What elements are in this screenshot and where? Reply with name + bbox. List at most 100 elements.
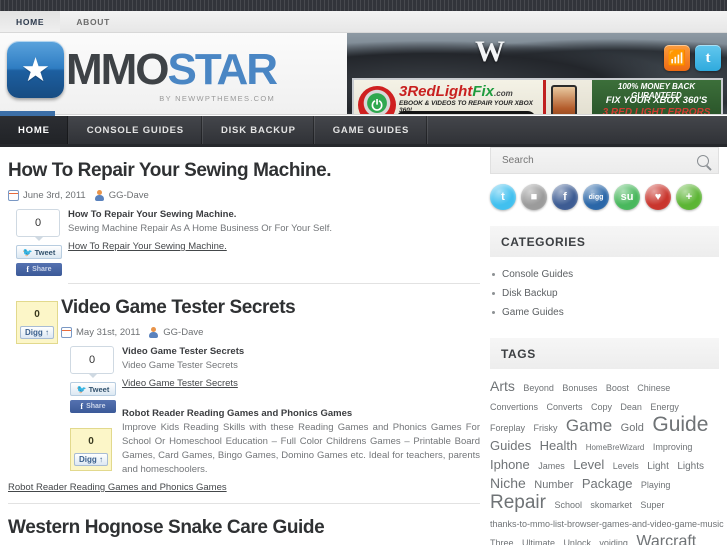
nav-item-disk-backup[interactable]: DISK BACKUP xyxy=(203,116,315,144)
tag-link[interactable]: Levels xyxy=(613,461,639,471)
post-date: June 3rd, 2011 xyxy=(23,190,86,201)
excerpt-body: Sewing Machine Repair As A Home Business… xyxy=(68,223,333,234)
ad-headline-2: 3 RED LIGHT ERRORS xyxy=(602,107,711,115)
nav-item-home[interactable]: HOME xyxy=(0,116,69,144)
favorite-heart-icon[interactable]: ♥ xyxy=(645,184,671,210)
tag-link[interactable]: Improving xyxy=(653,442,693,452)
tag-link[interactable]: Foreplay xyxy=(490,423,525,433)
tag-link[interactable]: voiding xyxy=(599,538,628,545)
main-column: How To Repair Your Sewing Machine. June … xyxy=(8,147,480,545)
calendar-icon xyxy=(8,190,19,201)
rss-icon[interactable]: 📶 xyxy=(664,45,690,71)
tag-link[interactable]: Playing xyxy=(641,480,671,490)
tag-link[interactable]: James xyxy=(538,461,565,471)
tag-link[interactable]: Chinese xyxy=(637,383,670,393)
tag-link[interactable]: Niche xyxy=(490,475,526,491)
tag-link[interactable]: Arts xyxy=(490,378,515,394)
tag-link[interactable]: Game xyxy=(566,416,612,435)
nav-item-console-guides[interactable]: CONSOLE GUIDES xyxy=(69,116,203,144)
excerpt-link[interactable]: Video Game Tester Secrets xyxy=(122,378,238,389)
search-icon[interactable] xyxy=(697,154,709,167)
excerpt-link[interactable]: Robot Reader Reading Games and Phonics G… xyxy=(8,482,227,493)
utility-nav-item-home[interactable]: HOME xyxy=(0,11,61,32)
stumbleupon-icon[interactable]: su xyxy=(614,184,640,210)
tag-link[interactable]: skomarket xyxy=(590,500,632,510)
categories-heading: CATEGORIES xyxy=(490,226,719,257)
tag-link[interactable]: Warcraft xyxy=(636,533,696,545)
excerpt-link[interactable]: How To Repair Your Sewing Machine. xyxy=(68,241,227,252)
tag-link[interactable]: School xyxy=(554,500,582,510)
tag-link[interactable]: Energy xyxy=(650,402,679,412)
post-article: How To Repair Your Sewing Machine. June … xyxy=(8,160,480,284)
digg-icon[interactable]: digg xyxy=(583,184,609,210)
post-meta: June 3rd, 2011 GG-Dave xyxy=(8,190,480,201)
site-logo[interactable]: ★ MMOSTAR BY NEWWPTHEMES.COM xyxy=(7,41,278,103)
post-title[interactable]: Video Game Tester Secrets xyxy=(61,297,480,319)
excerpt-heading: Video Game Tester Secrets xyxy=(122,346,245,357)
content-area: How To Repair Your Sewing Machine. June … xyxy=(0,147,727,545)
tag-link[interactable]: Three xyxy=(490,538,514,545)
twitter-icon[interactable]: t xyxy=(695,45,721,71)
tag-link[interactable]: Boost xyxy=(606,383,629,393)
tag-link[interactable]: Convertions xyxy=(490,402,538,412)
tag-link[interactable]: Iphone xyxy=(490,457,530,472)
delicious-icon[interactable]: ■ xyxy=(521,184,547,210)
facebook-icon[interactable]: f xyxy=(552,184,578,210)
user-icon xyxy=(94,190,105,201)
share-more-icon[interactable]: + xyxy=(676,184,702,210)
tag-link[interactable]: Health xyxy=(540,438,578,453)
digg-count: 0 xyxy=(88,436,94,447)
post-divider xyxy=(8,503,480,504)
tag-link[interactable]: Ultimate xyxy=(522,538,555,545)
tag-link[interactable]: Beyond xyxy=(523,383,554,393)
page-title[interactable]: How To Repair Your Sewing Machine. xyxy=(8,160,480,182)
facebook-share-button[interactable]: f Share xyxy=(16,263,62,276)
tag-link[interactable]: HomeBreWizard xyxy=(586,443,645,452)
digg-widget: 0 Digg ↑ xyxy=(70,428,112,471)
utility-nav-item-about[interactable]: ABOUT xyxy=(60,11,126,32)
power-button-icon: ⏻ xyxy=(358,86,396,114)
tweet-button[interactable]: 🐦 Tweet xyxy=(16,245,62,259)
banner-advertisement[interactable]: ⏻ 3RedLightFix.com EBOOK & VIDEOS TO REP… xyxy=(352,78,723,115)
tag-link[interactable]: Converts xyxy=(546,402,582,412)
tag-link[interactable]: Gold xyxy=(621,422,644,434)
ad-right-panel: 100% MONEY BACK GURANTEED FIX YOUR XBOX … xyxy=(592,80,721,115)
digg-button[interactable]: Digg ↑ xyxy=(20,326,54,339)
category-item[interactable]: Console Guides xyxy=(490,265,719,284)
tag-link[interactable]: Guides xyxy=(490,438,531,453)
tag-link[interactable]: thanks-to-mmo-list-browser-games-and-vid… xyxy=(490,519,724,529)
tag-link[interactable]: Unlock xyxy=(563,538,591,545)
category-item[interactable]: Disk Backup xyxy=(490,284,719,303)
twitter-bird-icon: 🐦 xyxy=(76,384,87,394)
tag-link[interactable]: Bonuses xyxy=(562,383,597,393)
post-author[interactable]: GG-Dave xyxy=(163,327,203,338)
calendar-icon xyxy=(61,327,72,338)
category-item[interactable]: Game Guides xyxy=(490,303,719,322)
tweet-button-label: Tweet xyxy=(34,247,56,257)
tag-link[interactable]: Super xyxy=(640,500,664,510)
search-input[interactable] xyxy=(500,154,697,167)
tag-link[interactable]: Light xyxy=(647,461,669,472)
twitter-icon[interactable]: t xyxy=(490,184,516,210)
tag-link[interactable]: Number xyxy=(534,479,573,491)
tweet-button[interactable]: 🐦 Tweet xyxy=(70,382,116,396)
tag-link[interactable]: Frisky xyxy=(533,423,557,433)
tag-cloud: Arts Beyond Bonuses Boost Chinese Conver… xyxy=(490,378,724,545)
star-icon: ★ xyxy=(20,51,51,88)
post-title[interactable]: Western Hognose Snake Care Guide xyxy=(8,517,480,539)
digg-button[interactable]: Digg ↑ xyxy=(74,453,108,466)
tag-link[interactable]: Dean xyxy=(620,402,642,412)
tag-link[interactable]: Copy xyxy=(591,402,612,412)
tag-link[interactable]: Lights xyxy=(677,461,704,472)
post-author[interactable]: GG-Dave xyxy=(109,190,149,201)
main-navigation: HOME CONSOLE GUIDES DISK BACKUP GAME GUIDES xyxy=(0,111,727,147)
post-divider xyxy=(68,283,480,284)
nav-item-game-guides[interactable]: GAME GUIDES xyxy=(315,116,429,144)
ad-cta-button[interactable]: CLICK HERE FOR MORE INFO xyxy=(396,111,536,114)
logo-tagline: BY NEWWPTHEMES.COM xyxy=(159,93,276,103)
tag-link[interactable]: Guide xyxy=(652,413,708,436)
facebook-share-label: Share xyxy=(32,266,52,273)
tag-link[interactable]: Repair xyxy=(490,492,546,513)
tag-link[interactable]: Package xyxy=(582,476,633,491)
tag-link[interactable]: Level xyxy=(573,457,604,472)
